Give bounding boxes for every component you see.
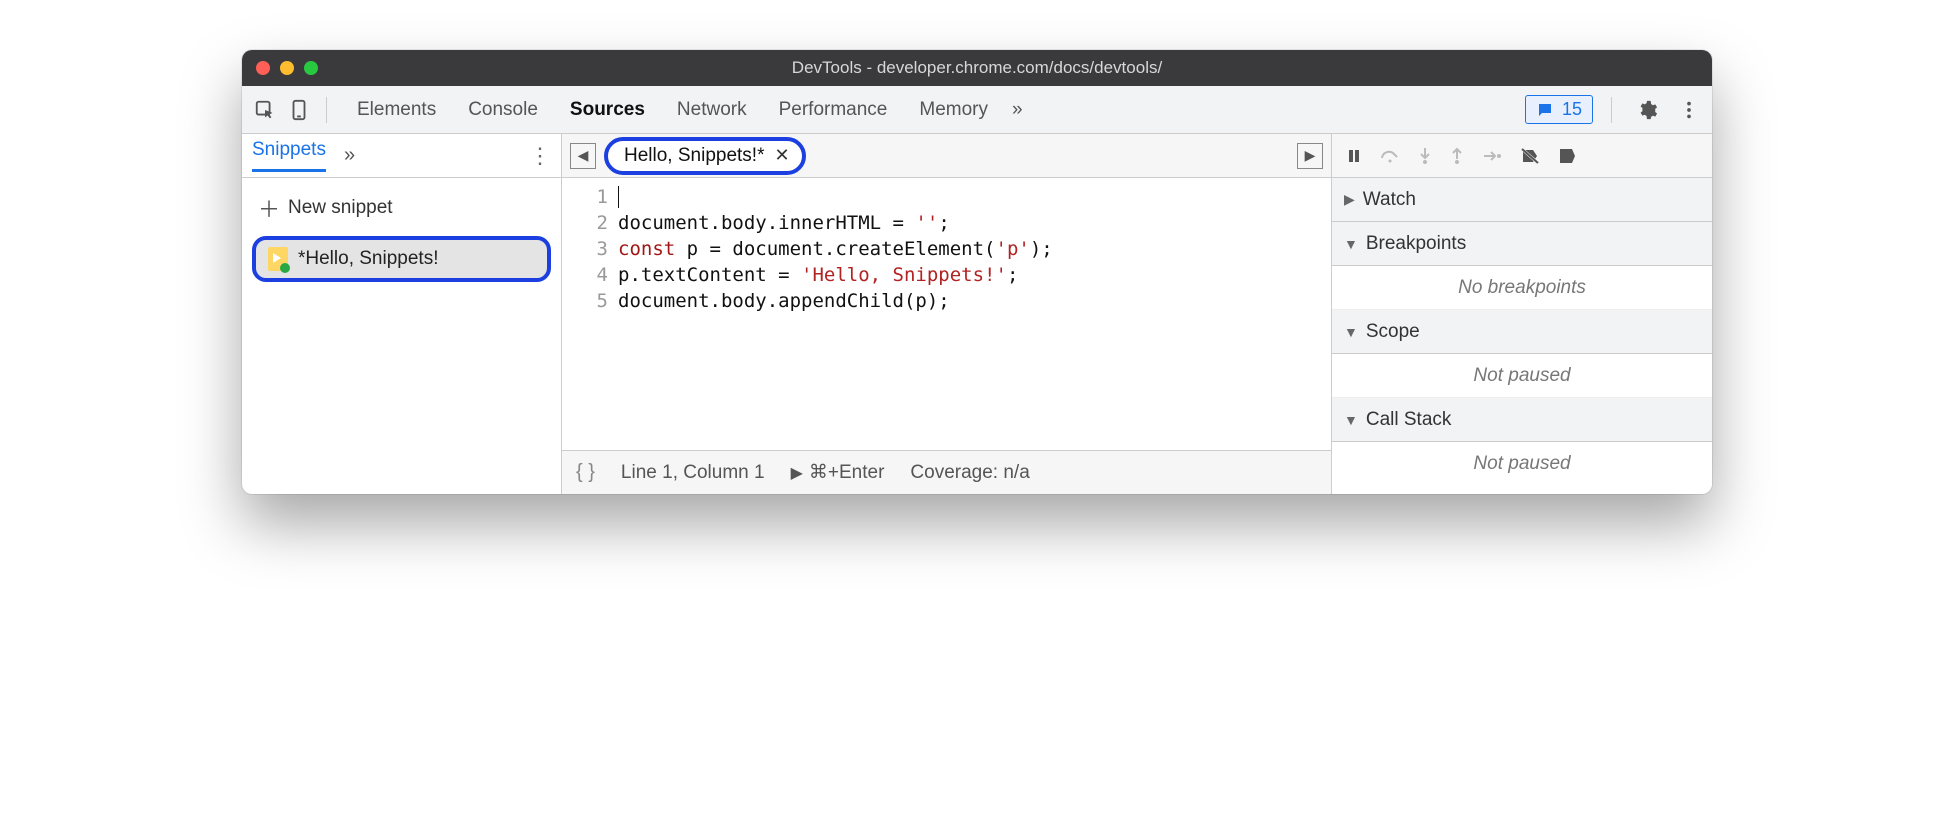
debugger-pane: ▶ Watch ▼ Breakpoints No breakpoints ▼ S…	[1332, 134, 1712, 494]
navigator-tab-snippets[interactable]: Snippets	[252, 139, 326, 172]
panes: Snippets » ⋮ ＋ New snippet *Hello, Snipp…	[242, 134, 1712, 494]
tab-elements[interactable]: Elements	[355, 89, 438, 131]
collapse-icon: ▼	[1344, 236, 1358, 252]
code-line	[618, 184, 1331, 210]
tab-console[interactable]: Console	[466, 89, 540, 131]
pretty-print-icon[interactable]: { }	[576, 461, 595, 484]
line-gutter: 12345	[562, 184, 618, 444]
toolbar-separator	[326, 97, 327, 123]
issues-icon	[1536, 101, 1554, 119]
main-toolbar: Elements Console Sources Network Perform…	[242, 86, 1712, 134]
scope-section-header[interactable]: ▼ Scope	[1332, 310, 1712, 354]
callstack-empty: Not paused	[1332, 442, 1712, 486]
callstack-section-header[interactable]: ▼ Call Stack	[1332, 398, 1712, 442]
run-snippet-button[interactable]: ▶ ⌘+Enter	[791, 461, 885, 484]
debugger-controls	[1332, 134, 1712, 178]
code-line: document.body.innerHTML = '';	[618, 210, 1331, 236]
panel-tabs: Elements Console Sources Network Perform…	[355, 89, 990, 131]
code-line: const p = document.createElement('p');	[618, 236, 1331, 262]
step-icon[interactable]	[1482, 149, 1502, 163]
toolbar-separator	[1611, 97, 1612, 123]
callstack-label: Call Stack	[1366, 409, 1452, 431]
tab-network[interactable]: Network	[675, 89, 749, 131]
inspect-element-icon[interactable]	[248, 93, 282, 127]
device-toolbar-icon[interactable]	[282, 93, 316, 127]
new-snippet-button[interactable]: ＋ New snippet	[242, 184, 561, 232]
devtools-window: DevTools - developer.chrome.com/docs/dev…	[242, 50, 1712, 494]
settings-icon[interactable]	[1630, 93, 1664, 127]
unsaved-dot-icon	[280, 263, 290, 273]
code-lines: document.body.innerHTML = ''; const p = …	[618, 184, 1331, 444]
editor-file-tab-label: Hello, Snippets!*	[624, 145, 764, 167]
watch-label: Watch	[1363, 189, 1416, 211]
kebab-menu-icon[interactable]	[1672, 93, 1706, 127]
code-line: document.body.appendChild(p);	[618, 288, 1331, 314]
breakpoints-empty: No breakpoints	[1332, 266, 1712, 310]
scope-label: Scope	[1366, 321, 1420, 343]
plus-icon: ＋	[258, 192, 280, 224]
scope-empty: Not paused	[1332, 354, 1712, 398]
editor-status-bar: { } Line 1, Column 1 ▶ ⌘+Enter Coverage:…	[562, 450, 1331, 494]
step-into-icon[interactable]	[1418, 147, 1432, 165]
deactivate-breakpoints-icon[interactable]	[1520, 147, 1540, 165]
nav-forward-icon[interactable]: ▶	[1297, 143, 1323, 169]
coverage-status: Coverage: n/a	[910, 462, 1029, 484]
collapse-icon: ▼	[1344, 412, 1358, 428]
nav-back-icon[interactable]: ◀	[570, 143, 596, 169]
editor-file-tab[interactable]: Hello, Snippets!* ✕	[604, 137, 806, 175]
code-editor[interactable]: 12345 document.body.innerHTML = ''; cons…	[562, 178, 1331, 450]
navigator-header: Snippets » ⋮	[242, 134, 561, 178]
close-tab-icon[interactable]: ✕	[774, 145, 789, 166]
window-title: DevTools - developer.chrome.com/docs/dev…	[242, 58, 1712, 78]
pause-icon[interactable]	[1346, 148, 1362, 164]
play-icon: ▶	[791, 463, 803, 483]
navigator-pane: Snippets » ⋮ ＋ New snippet *Hello, Snipp…	[242, 134, 562, 494]
title-bar: DevTools - developer.chrome.com/docs/dev…	[242, 50, 1712, 86]
run-shortcut: ⌘+Enter	[809, 461, 885, 484]
navigator-menu-icon[interactable]: ⋮	[529, 143, 551, 169]
issues-badge[interactable]: 15	[1525, 95, 1593, 124]
breakpoints-section-header[interactable]: ▼ Breakpoints	[1332, 222, 1712, 266]
snippet-item-label: *Hello, Snippets!	[298, 248, 438, 270]
step-over-icon[interactable]	[1380, 148, 1400, 164]
step-out-icon[interactable]	[1450, 147, 1464, 165]
snippet-item[interactable]: *Hello, Snippets!	[252, 236, 551, 282]
watch-section-header[interactable]: ▶ Watch	[1332, 178, 1712, 222]
snippet-list: ＋ New snippet *Hello, Snippets!	[242, 178, 561, 292]
expand-icon: ▶	[1344, 191, 1355, 208]
collapse-icon: ▼	[1344, 324, 1358, 340]
more-tabs-icon[interactable]: »	[1012, 99, 1023, 121]
pause-on-exceptions-icon[interactable]	[1558, 147, 1576, 165]
new-snippet-label: New snippet	[288, 197, 393, 219]
editor-tabbar: ◀ Hello, Snippets!* ✕ ▶	[562, 134, 1331, 178]
breakpoints-label: Breakpoints	[1366, 233, 1466, 255]
navigator-more-icon[interactable]: »	[344, 144, 355, 167]
editor-pane: ◀ Hello, Snippets!* ✕ ▶ 12345 document.b…	[562, 134, 1332, 494]
cursor-position: Line 1, Column 1	[621, 462, 765, 484]
tab-memory[interactable]: Memory	[917, 89, 990, 131]
tab-performance[interactable]: Performance	[777, 89, 890, 131]
tab-sources[interactable]: Sources	[568, 89, 647, 131]
code-line: p.textContent = 'Hello, Snippets!';	[618, 262, 1331, 288]
issues-count: 15	[1562, 99, 1582, 120]
